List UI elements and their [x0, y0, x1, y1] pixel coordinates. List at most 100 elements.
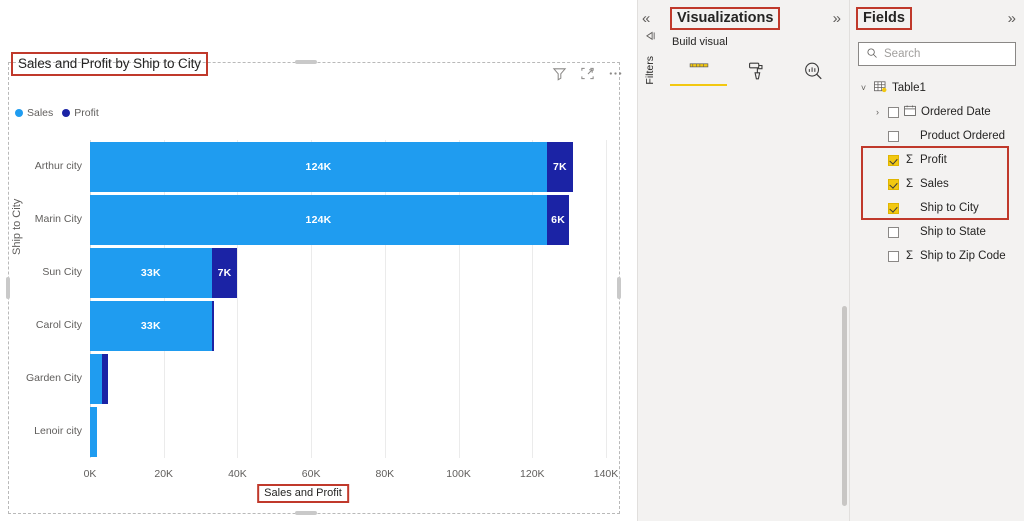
legend-swatch-sales: [15, 109, 23, 117]
field-label: Ordered Date: [921, 106, 991, 118]
field-checkbox[interactable]: [888, 202, 899, 214]
magnifier-chart-icon: [804, 62, 822, 80]
collapse-pane-icon[interactable]: «: [642, 11, 650, 26]
fields-search-placeholder: Search: [884, 48, 921, 60]
bar-segment-profit[interactable]: 6K: [547, 194, 570, 245]
sum-aggregate-icon: Σ: [905, 250, 914, 262]
resize-handle-top[interactable]: [295, 60, 317, 64]
legend-swatch-profit: [62, 109, 71, 117]
x-axis-tick-label: 20K: [154, 468, 174, 480]
field-checkbox[interactable]: [888, 130, 899, 142]
bar-row[interactable]: 124K 7K: [90, 141, 573, 192]
bar-row[interactable]: [90, 406, 98, 457]
bar-row[interactable]: [90, 353, 108, 404]
field-row-profit[interactable]: Σ Profit: [858, 148, 1018, 172]
calendar-icon: [904, 105, 916, 119]
expand-visualizations-icon[interactable]: »: [833, 11, 841, 26]
sum-aggregate-icon: Σ: [905, 178, 914, 190]
sum-aggregate-icon: Σ: [905, 154, 914, 166]
visualizations-pane-scrollbar[interactable]: [842, 306, 847, 506]
tab-analytics[interactable]: [784, 56, 841, 86]
bar-segment-profit[interactable]: [101, 353, 108, 404]
field-row-ordered-date[interactable]: › Ordered Date: [858, 100, 1018, 124]
resize-handle-left[interactable]: [6, 277, 10, 299]
bar-value-label: 7K: [217, 266, 232, 279]
bar-chart-icon: [689, 63, 708, 68]
visualizations-pane-title: Visualizations: [670, 6, 781, 30]
field-row-product-ordered[interactable]: Product Ordered: [858, 124, 1018, 148]
y-axis-category-label: Marin City: [34, 212, 82, 225]
expand-fields-icon[interactable]: »: [1008, 11, 1016, 26]
bar-row[interactable]: 33K 7K: [90, 247, 238, 298]
bar-segment-sales[interactable]: 124K: [90, 141, 548, 192]
x-axis-tick-label: 100K: [446, 468, 471, 480]
bar-value-label: 6K: [551, 213, 565, 226]
field-row-ship-to-zip-code[interactable]: Σ Ship to Zip Code: [858, 244, 1018, 268]
field-row-sales[interactable]: Σ Sales: [858, 172, 1018, 196]
chevron-down-icon[interactable]: ˅: [858, 83, 869, 93]
field-checkbox[interactable]: [888, 178, 899, 190]
field-checkbox[interactable]: [888, 250, 899, 262]
bar-segment-profit[interactable]: [211, 300, 215, 351]
report-canvas: Sales and Profit by Ship to City Sales P…: [0, 0, 637, 521]
resize-handle-bottom[interactable]: [295, 511, 317, 515]
legend-item-profit[interactable]: Profit: [62, 107, 99, 119]
filter-arrow-icon[interactable]: [644, 30, 657, 48]
x-axis-title: Sales and Profit: [257, 484, 349, 503]
filters-rail[interactable]: Filters: [639, 30, 661, 85]
tab-format-visual[interactable]: [727, 56, 784, 86]
y-axis-title: Ship to City: [11, 198, 23, 255]
fields-tree: ˅ Table1 › Ordered Date Product Ordered Σ Pr…: [858, 76, 1018, 268]
legend-item-sales[interactable]: Sales: [15, 107, 53, 119]
plot-area: 124K 7K 124K 6K 33K 7K 33K: [90, 140, 607, 458]
field-label: Ship to State: [920, 226, 986, 238]
legend-label-sales: Sales: [27, 107, 54, 119]
field-label: Profit: [920, 154, 947, 166]
field-checkbox[interactable]: [888, 106, 899, 118]
bar-segment-sales[interactable]: [90, 406, 98, 457]
chart-title: Sales and Profit by Ship to City: [11, 52, 208, 76]
bar-value-label: 124K: [305, 160, 332, 173]
bar-row[interactable]: 124K 6K: [90, 194, 570, 245]
y-axis-category-label: Carol City: [35, 318, 82, 331]
bar-segment-sales[interactable]: 124K: [90, 194, 548, 245]
bar-segment-sales[interactable]: 33K: [90, 300, 212, 351]
gridline: [606, 140, 607, 458]
x-axis-tick-label: 60K: [301, 468, 321, 480]
filters-rail-label: Filters: [644, 56, 656, 85]
bar-segment-sales[interactable]: [90, 353, 102, 404]
x-axis-tick-label: 40K: [228, 468, 247, 480]
chart-legend: Sales Profit: [15, 107, 99, 119]
legend-label-profit: Profit: [74, 107, 99, 119]
chevron-right-icon[interactable]: ›: [872, 107, 883, 117]
focus-mode-icon[interactable]: [580, 66, 595, 81]
x-axis-tick-label: 80K: [375, 468, 395, 480]
visual-header-toolbar: [552, 66, 623, 81]
fields-table-row[interactable]: ˅ Table1: [858, 76, 1018, 100]
table-icon: [874, 80, 887, 96]
y-axis-category-label: Garden City: [25, 371, 82, 384]
paint-roller-icon: [748, 62, 763, 80]
fields-table-name: Table1: [892, 82, 926, 94]
x-axis-tick-label: 140K: [593, 468, 619, 480]
tab-build-visual[interactable]: [670, 56, 727, 86]
bar-value-label: 33K: [140, 266, 161, 279]
x-axis-tick-label: 120K: [520, 468, 545, 480]
bar-segment-profit[interactable]: 7K: [211, 247, 238, 298]
bar-segment-sales[interactable]: 33K: [90, 247, 212, 298]
resize-handle-right[interactable]: [617, 277, 621, 299]
bar-segment-profit[interactable]: 7K: [547, 141, 573, 192]
y-axis-category-label: Sun City: [42, 265, 82, 278]
field-row-ship-to-state[interactable]: Ship to State: [858, 220, 1018, 244]
bar-value-label: 33K: [140, 319, 161, 332]
bar-value-label: 7K: [553, 160, 567, 173]
field-label: Ship to City: [920, 202, 979, 214]
field-row-ship-to-city[interactable]: Ship to City: [858, 196, 1018, 220]
more-options-icon[interactable]: [608, 66, 623, 81]
field-checkbox[interactable]: [888, 226, 899, 238]
field-checkbox[interactable]: [888, 154, 899, 166]
fields-search-input[interactable]: Search: [858, 42, 1016, 66]
bar-row[interactable]: 33K: [90, 300, 215, 351]
bar-value-label: 124K: [305, 213, 332, 226]
filter-icon[interactable]: [552, 66, 567, 81]
